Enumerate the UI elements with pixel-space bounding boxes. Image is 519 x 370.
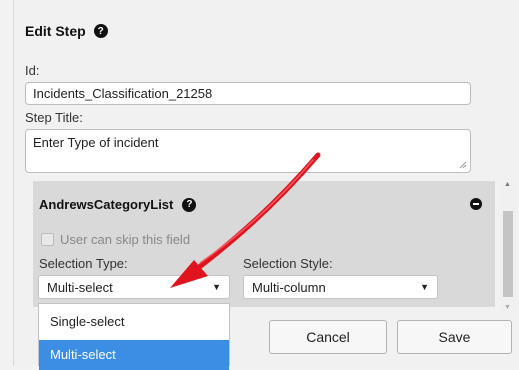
section-header: AndrewsCategoryList ? [39, 197, 197, 212]
category-list-section: AndrewsCategoryList ? User can skip this… [33, 181, 495, 307]
selection-style-value: Multi-column [252, 279, 326, 295]
caret-down-icon: ▼ [420, 282, 429, 292]
step-title-label: Step Title: [25, 110, 83, 125]
dialog-title: Edit Step [25, 23, 86, 39]
cancel-button[interactable]: Cancel [269, 320, 387, 354]
save-button[interactable]: Save [397, 320, 512, 354]
caret-down-icon: ▼ [212, 282, 221, 292]
selection-style-select[interactable]: Multi-column ▼ [243, 275, 438, 299]
step-title-value: Enter Type of incident [33, 135, 159, 150]
skip-field-option[interactable]: User can skip this field [41, 232, 190, 247]
step-title-field[interactable]: Enter Type of incident [25, 129, 471, 173]
selection-type-select[interactable]: Multi-select ▼ [38, 275, 230, 299]
selection-type-label: Selection Type: [39, 256, 128, 271]
question-circle-icon[interactable]: ? [182, 197, 197, 212]
skip-field-checkbox[interactable] [41, 233, 54, 246]
id-label: Id: [25, 63, 40, 78]
section-title: AndrewsCategoryList [39, 197, 174, 212]
scroll-down-icon[interactable]: ▼ [504, 304, 511, 311]
selection-type-value: Multi-select [47, 279, 113, 295]
option-single-select[interactable]: Single-select [39, 307, 229, 337]
resize-grip-icon[interactable] [458, 160, 467, 169]
question-circle-icon[interactable]: ? [93, 24, 108, 38]
id-field[interactable]: Incidents_Classification_21258 [25, 82, 471, 105]
dialog-header: Edit Step ? [25, 23, 108, 39]
selection-style-label: Selection Style: [243, 256, 333, 271]
selection-type-dropdown: Single-select Multi-select [38, 303, 230, 370]
scroll-up-icon[interactable]: ▲ [504, 181, 511, 188]
skip-field-label: User can skip this field [60, 232, 191, 247]
minus-circle-icon[interactable] [470, 198, 482, 210]
scroll-thumb[interactable] [503, 211, 513, 297]
section-scrollbar[interactable]: ▲ ▼ [500, 181, 516, 311]
